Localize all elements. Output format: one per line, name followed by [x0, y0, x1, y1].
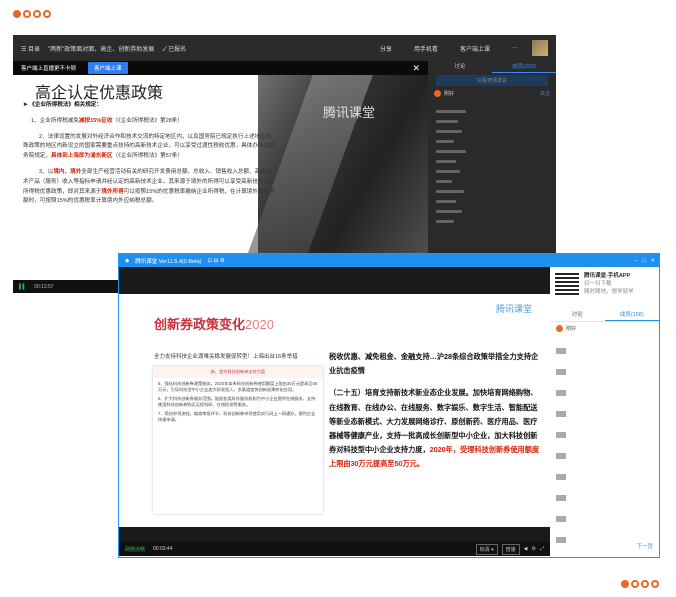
p3-highlight-2: 境外所得: [101, 188, 124, 195]
p1-text: 1、企业所得税减免: [31, 117, 79, 124]
doc-heading: 新、加大科技创新券支持力度: [153, 366, 323, 378]
dot-icon: [43, 10, 51, 18]
slide2-intro: 税收优惠、减免租金、金融支持…沪28条综合政策举措全力支持企业抗击疫情: [329, 352, 539, 376]
video-area: 创新券政策变化2020 腾讯课堂 全力支持科技企业渡难关稳发展促转型！上海出台1…: [119, 267, 550, 556]
window2-title: 腾讯课堂 Ver11.5.4(0 Beta): [135, 258, 202, 265]
slide2-text: 税收优惠、减免租金、金融支持…沪28条综合政策举措全力支持企业抗击疫情 （二十五…: [329, 350, 541, 472]
user-name: 刚好: [444, 91, 455, 97]
p2-ref: （《企业所得税法》第57条）: [112, 153, 184, 160]
toolbar-icons[interactable]: ⊡ ⊟ ⚙: [207, 258, 224, 264]
policy-doc-image: 新、加大科技创新券支持力度 5、强化科技创新券政策服务。2020年本市科技创新券…: [153, 366, 323, 514]
time-display: 00:12:57: [34, 283, 54, 290]
decorative-dots-top: [13, 10, 51, 18]
doc-para-3: 7、简化申领流程。缩减审批环节，科技创新券申领使用实行网上一网通办，便利企业快速…: [158, 411, 316, 422]
share-button[interactable]: 分享: [380, 44, 392, 53]
p3-text: 3、以: [39, 168, 54, 175]
dot-icon: [621, 580, 629, 588]
window2-titlebar: ◆ 腾讯课堂 Ver11.5.4(0 Beta) ⊡ ⊟ ⚙ − □ ✕: [119, 254, 659, 267]
doc-para-1: 5、强化科技创新券政策服务。2020年本市科技创新券使用额度上限由30万元提高至…: [158, 381, 318, 392]
client-class-button[interactable]: 客户端上课: [88, 62, 128, 74]
maximize-icon[interactable]: □: [642, 258, 645, 264]
slide2-year: 2020: [245, 317, 274, 332]
minimize-icon[interactable]: −: [634, 258, 637, 264]
tab-members[interactable]: 成员(203): [492, 61, 556, 73]
banner-text: 客户端上直播更不卡顿: [21, 66, 77, 72]
p1-highlight: 减按15%征收: [78, 117, 113, 124]
dot-icon: [651, 580, 659, 588]
client-banner: 客户端上直播更不卡顿 客户端上课 ✕: [13, 61, 428, 75]
slide-heading: 《企业所得税法》相关规定：: [29, 102, 102, 108]
qr-title: 腾讯课堂-手机APP: [584, 273, 631, 279]
course-window-2: ◆ 腾讯课堂 Ver11.5.4(0 Beta) ⊡ ⊟ ⚙ − □ ✕ 创新券…: [118, 253, 660, 558]
play-icon[interactable]: ▌▌: [19, 284, 26, 290]
dot-icon: [23, 10, 31, 18]
p2-highlight: 具体到上海即为浦东新区: [50, 153, 113, 160]
member-list-2: [556, 333, 566, 558]
client-button[interactable]: 客户端上课: [460, 44, 490, 53]
user-name-2: 刚好: [566, 326, 577, 332]
building-photo: [258, 61, 428, 280]
quality-select[interactable]: 标清 ▾: [475, 543, 498, 555]
slide-body: ➤ 《企业所得税法》相关规定： 1、企业所得税减免减按15%征收（《企业所得税法…: [23, 102, 275, 205]
speed-button[interactable]: 倍速: [501, 543, 520, 555]
dot-icon: [641, 580, 649, 588]
p1-ref: （《企业所得税法》第28条）: [112, 117, 184, 124]
tab-members-2[interactable]: 成员(158): [604, 309, 659, 321]
user-avatar-icon: [556, 325, 563, 332]
course-title: "两新"政策面对面，高企、创新券助发展: [48, 46, 155, 53]
side-panel-2: 腾讯课堂-手机APP 扫一扫下载 随时随地，想学就学 讨论 成员(158) 刚好…: [550, 267, 659, 556]
doc-para-2: 6、扩大科技创新券服务范围。鼓励各类科技服务机构为中小企业提供在线服务，支持使用…: [158, 396, 316, 407]
follow-button[interactable]: 关注: [540, 90, 550, 97]
volume-icon[interactable]: ◀: [524, 546, 528, 552]
teacher-only-filter[interactable]: 只看老师发言: [436, 75, 548, 86]
enrolled-status: ✓ 已报名: [162, 46, 187, 53]
next-page-button[interactable]: 下一页: [636, 542, 653, 550]
phone-view-button[interactable]: 用手机看: [414, 44, 438, 53]
tab-discussion[interactable]: 讨论: [428, 61, 492, 73]
dot-icon: [631, 580, 639, 588]
dot-icon: [13, 10, 21, 18]
slide-area: 客户端上直播更不卡顿 客户端上课 ✕ 高企认定优惠政策 腾讯课堂 ➤ 《企业所得…: [13, 61, 428, 280]
close-icon[interactable]: ✕: [650, 258, 655, 264]
app-logo-icon: ◆: [125, 257, 130, 264]
tab-discussion-2[interactable]: 讨论: [550, 309, 605, 321]
side-tabs: 讨论 成员(203): [428, 61, 556, 73]
p3-highlight-1: 境内、境外: [53, 168, 82, 175]
decorative-dots-bottom: [621, 580, 659, 588]
time-display-2: 00:03:44: [153, 546, 173, 552]
slide2-area: 创新券政策变化2020 腾讯课堂 全力支持科技企业渡难关稳发展促转型！上海出台1…: [119, 294, 550, 527]
window-topbar: ☰ 目录 "两新"政策面对面，高企、创新券助发展 ✓ 已报名 分享 用手机看 客…: [13, 35, 556, 61]
qr-sub1: 扫一扫下载: [584, 281, 612, 287]
qr-code-image: [555, 271, 579, 295]
dot-icon: [33, 10, 41, 18]
member-list: [428, 99, 556, 234]
more-button[interactable]: ···: [512, 45, 518, 51]
menu-button[interactable]: ☰ 目录: [21, 44, 40, 53]
slide2-title: 创新券政策变化: [154, 317, 246, 332]
watermark-logo: 腾讯课堂: [323, 105, 376, 120]
close-icon[interactable]: ✕: [412, 63, 420, 74]
avatar[interactable]: [532, 40, 548, 56]
network-status: 网络流畅: [125, 546, 146, 553]
watermark-logo: 腾讯课堂: [495, 304, 532, 314]
side-tabs-2: 讨论 成员(158): [550, 309, 659, 322]
slide2-subtitle: 全力支持科技企业渡难关稳发展促转型！上海出台16条举措: [154, 354, 298, 360]
fullscreen-icon[interactable]: ⤢: [540, 546, 544, 552]
qr-sub2: 随时随地，想学就学: [584, 289, 634, 295]
player-controls-2: 网络流畅 00:03:44 标清 ▾ 倍速 ◀ ⚙ ⤢: [119, 542, 550, 556]
settings-icon[interactable]: ⚙: [532, 546, 536, 552]
slide-title: 高企认定优惠政策: [35, 83, 164, 102]
user-avatar-icon: [434, 90, 441, 97]
